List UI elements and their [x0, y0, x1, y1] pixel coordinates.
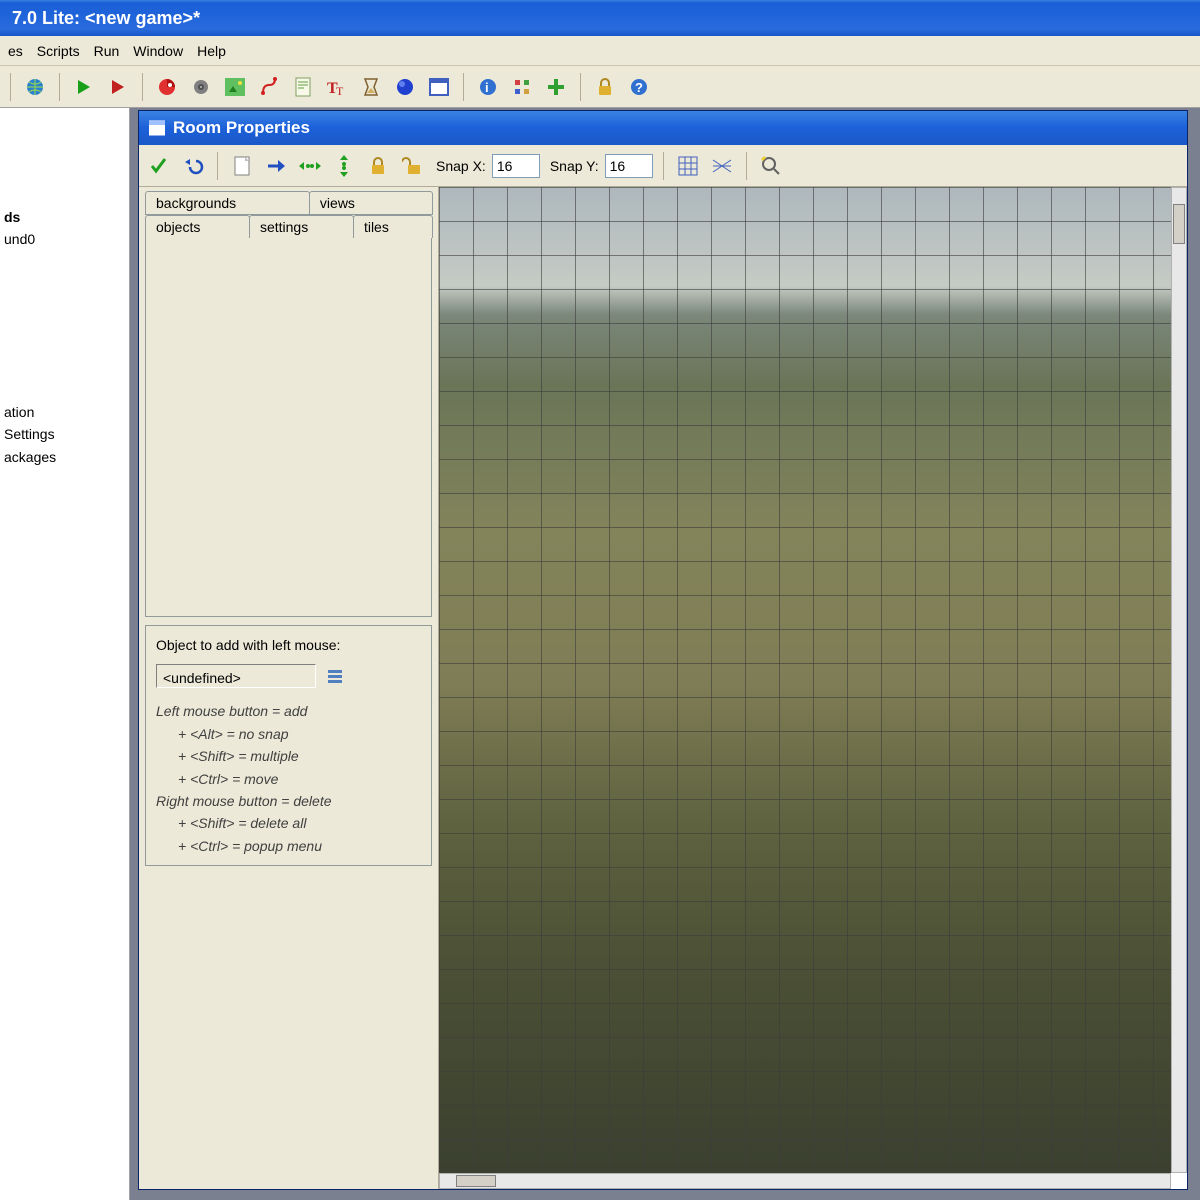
snapx-label: Snap X:	[436, 158, 486, 174]
help-text: Left mouse button = add + <Alt> = no sna…	[156, 700, 421, 857]
menu-resources[interactable]: es	[8, 43, 23, 59]
app-title: 7.0 Lite: <new game>*	[12, 8, 200, 29]
menu-scripts[interactable]: Scripts	[37, 43, 80, 59]
room-left-panel: backgrounds views objects settings tiles…	[139, 187, 439, 1189]
tab-views[interactable]: views	[309, 191, 433, 215]
tab-objects[interactable]: objects	[145, 215, 250, 238]
snapx-input[interactable]	[492, 154, 540, 178]
plus-icon[interactable]	[542, 73, 570, 101]
vertical-scrollbar[interactable]	[1171, 187, 1187, 1173]
menubar: es Scripts Run Window Help	[0, 36, 1200, 66]
resource-tree[interactable]: ds und0 ation Settings ackages	[0, 108, 130, 1200]
shift-vertical-icon[interactable]	[330, 152, 358, 180]
mdi-area: Room Properties	[130, 108, 1200, 1200]
room-body: backgrounds views objects settings tiles…	[139, 187, 1187, 1189]
options-icon[interactable]	[508, 73, 536, 101]
toolbar-separator	[217, 152, 218, 180]
room-properties-window: Room Properties	[138, 110, 1188, 1190]
undo-icon[interactable]	[179, 152, 207, 180]
lock-closed-icon[interactable]	[364, 152, 392, 180]
room-toolbar: Snap X: Snap Y:	[139, 145, 1187, 187]
new-page-icon[interactable]	[228, 152, 256, 180]
svg-text:?: ?	[635, 80, 643, 95]
workspace: ds und0 ation Settings ackages Room Prop…	[0, 108, 1200, 1200]
object-info-panel: Object to add with left mouse: <undefine…	[145, 625, 432, 866]
grid-icon[interactable]	[674, 152, 702, 180]
object-icon[interactable]	[391, 73, 419, 101]
menu-run[interactable]: Run	[94, 43, 120, 59]
toolbar-separator	[463, 73, 464, 101]
tree-item-background0[interactable]: und0	[4, 228, 125, 250]
zoom-icon[interactable]	[757, 152, 785, 180]
globe-icon[interactable]	[21, 73, 49, 101]
toolbar-separator	[746, 152, 747, 180]
tab-backgrounds[interactable]: backgrounds	[145, 191, 310, 215]
toolbar-separator	[59, 73, 60, 101]
info-blue-icon[interactable]: i	[474, 73, 502, 101]
svg-text:T: T	[336, 84, 344, 97]
shift-horizontal-icon[interactable]	[296, 152, 324, 180]
toolbar-separator	[10, 73, 11, 101]
menu-window[interactable]: Window	[133, 43, 183, 59]
toolbar-separator	[663, 152, 664, 180]
main-toolbar: TT i ?	[0, 66, 1200, 108]
window-icon	[149, 120, 165, 136]
object-selector[interactable]: <undefined>	[156, 664, 316, 688]
toolbar-separator	[142, 73, 143, 101]
tree-backgrounds-header[interactable]: ds	[4, 206, 125, 228]
iso-grid-icon[interactable]	[708, 152, 736, 180]
room-grid-overlay[interactable]	[439, 187, 1171, 1173]
script-icon[interactable]	[289, 73, 317, 101]
lock-icon[interactable]	[591, 73, 619, 101]
tree-item-packages[interactable]: ackages	[4, 446, 125, 468]
timeline-icon[interactable]	[357, 73, 385, 101]
help-icon[interactable]: ?	[625, 73, 653, 101]
tab-tiles[interactable]: tiles	[353, 215, 433, 238]
run-debug-icon[interactable]	[104, 73, 132, 101]
horizontal-scrollbar[interactable]	[439, 1173, 1171, 1189]
font-icon[interactable]: TT	[323, 73, 351, 101]
arrow-right-icon[interactable]	[262, 152, 290, 180]
sprite-icon[interactable]	[153, 73, 181, 101]
snapy-input[interactable]	[605, 154, 653, 178]
tree-item-info[interactable]: ation	[4, 401, 125, 423]
toolbar-separator	[580, 73, 581, 101]
run-icon[interactable]	[70, 73, 98, 101]
tab-settings[interactable]: settings	[249, 215, 354, 238]
menu-help[interactable]: Help	[197, 43, 226, 59]
confirm-icon[interactable]	[145, 152, 173, 180]
objects-listbox[interactable]	[145, 237, 432, 617]
path-icon[interactable]	[255, 73, 283, 101]
svg-text:i: i	[485, 80, 489, 95]
tree-item-settings[interactable]: Settings	[4, 423, 125, 445]
lock-open-icon[interactable]	[398, 152, 426, 180]
room-canvas-area	[439, 187, 1187, 1189]
room-icon[interactable]	[425, 73, 453, 101]
object-menu-icon[interactable]	[324, 665, 346, 687]
background-icon[interactable]	[221, 73, 249, 101]
object-add-label: Object to add with left mouse:	[156, 634, 421, 656]
child-titlebar[interactable]: Room Properties	[139, 111, 1187, 145]
sound-icon[interactable]	[187, 73, 215, 101]
child-title-text: Room Properties	[173, 118, 310, 138]
snapy-label: Snap Y:	[550, 158, 599, 174]
app-titlebar: 7.0 Lite: <new game>*	[0, 0, 1200, 36]
